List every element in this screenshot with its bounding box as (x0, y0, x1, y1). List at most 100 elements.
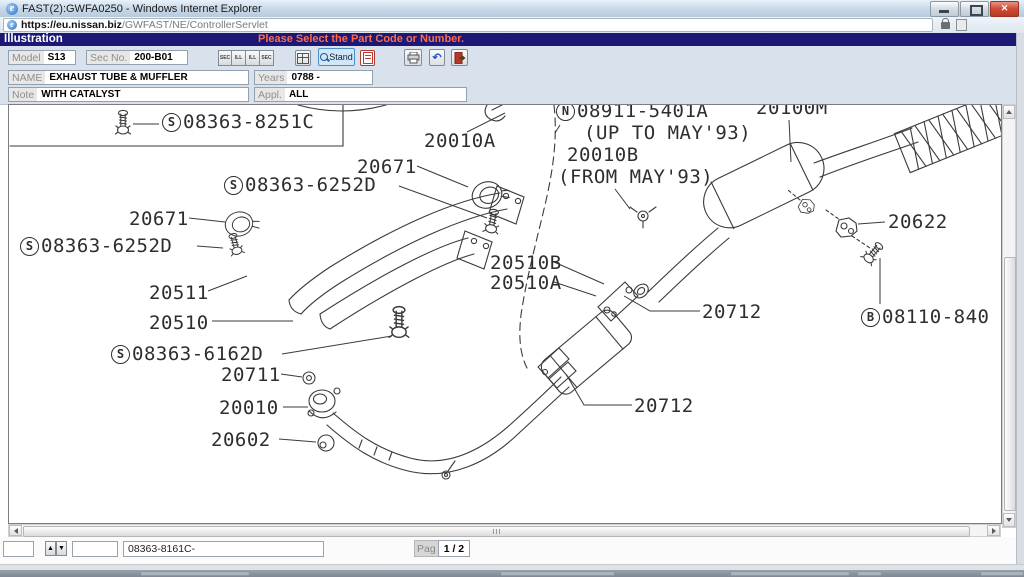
page-value[interactable]: 1 / 2 (438, 540, 470, 557)
thumb-grip (499, 529, 500, 534)
scroll-left-button[interactable] (9, 525, 22, 536)
part-label[interactable]: S08363-6162D (111, 344, 263, 364)
part-code-input[interactable]: 08363-8161C- (123, 541, 324, 557)
part-label[interactable]: 20622 (888, 212, 948, 232)
part-number-text: 20711 (221, 364, 281, 386)
part-label[interactable]: 20010 (219, 398, 279, 418)
window-titlebar: e FAST(2):GWFA0250 - Windows Internet Ex… (0, 0, 1024, 18)
exit-door-icon (454, 52, 466, 64)
part-label[interactable]: S08363-6252D (224, 175, 376, 195)
undo-button[interactable]: ↶ (429, 49, 445, 66)
part-label[interactable]: 20511 (149, 283, 209, 303)
note-label: Note (9, 88, 37, 101)
part-label[interactable]: (FROM MAY'93) (558, 167, 713, 187)
part-label[interactable]: B08110-840 (861, 307, 989, 327)
part-label[interactable]: 20510A (490, 273, 562, 293)
address-row: e https://eu.nissan.biz/GWFAST/NE/Contro… (0, 17, 1024, 34)
maximize-button[interactable] (960, 1, 989, 17)
parts-list-button[interactable] (360, 50, 375, 66)
prev-illustration-button[interactable]: ILL (232, 50, 246, 66)
scroll-down-button[interactable] (1003, 513, 1015, 527)
years-value: 0788 - (287, 72, 323, 83)
print-button[interactable] (404, 49, 422, 66)
name-value: EXHAUST TUBE & MUFFLER (45, 72, 191, 83)
part-label[interactable]: S08363-8251C (162, 112, 314, 132)
lock-icon (941, 22, 950, 29)
sec-no-label: Sec No. (87, 51, 130, 64)
circled-prefix-icon: S (162, 113, 181, 132)
maximize-icon (970, 5, 983, 16)
part-number-text: 20510B (490, 252, 562, 274)
minimize-icon (939, 10, 949, 13)
grid-icon (297, 53, 309, 64)
part-number-text: 08110-840 (882, 306, 989, 328)
next-section-button[interactable]: SEC (260, 50, 274, 66)
part-label[interactable]: 20010A (424, 131, 496, 151)
taskbar-segment (980, 571, 1024, 576)
nav-button-group: SEC ILL ILL SEC (218, 50, 274, 66)
part-label[interactable]: 20712 (634, 396, 694, 416)
search-icon (320, 53, 328, 61)
part-label[interactable]: N08911-5401A (556, 104, 708, 121)
window-right-edge (1016, 33, 1024, 564)
sec-no-value: 200-B01 (130, 52, 176, 63)
part-number-text: 20100M (756, 104, 828, 119)
part-number-text: 08363-6252D (245, 174, 376, 196)
illustration-panel: S08363-8251C20010A20671S08363-6252D20671… (8, 104, 1002, 524)
footer-mid-field[interactable] (72, 541, 118, 557)
page-title: Illustration (4, 33, 63, 46)
ie-icon: e (6, 3, 18, 15)
close-button[interactable]: ✕ (990, 1, 1019, 17)
thumb-grip (493, 529, 494, 534)
part-label[interactable]: 20510 (149, 313, 209, 333)
compatibility-page-icon[interactable] (956, 19, 967, 31)
scroll-right-button[interactable] (987, 525, 1000, 536)
part-label[interactable]: 20671 (129, 209, 189, 229)
part-label[interactable]: 20510B (490, 253, 562, 273)
footer-left-field[interactable] (3, 541, 34, 557)
address-bar[interactable]: e https://eu.nissan.biz/GWFAST/NE/Contro… (3, 18, 933, 32)
vertical-scroll-thumb[interactable] (1004, 257, 1016, 511)
appl-value: ALL (285, 89, 312, 100)
browser-window: e FAST(2):GWFA0250 - Windows Internet Ex… (0, 0, 1024, 577)
part-label[interactable]: 20010B (567, 145, 639, 165)
part-label[interactable]: (UP TO MAY'93) (584, 123, 751, 143)
horizontal-scrollbar[interactable] (8, 524, 1001, 537)
down-arrow-icon (1006, 518, 1012, 522)
part-label[interactable]: 20711 (221, 365, 281, 385)
taskbar-segment (140, 571, 250, 576)
taskbar-segment (500, 571, 615, 576)
years-field: Years 0788 - (254, 70, 373, 85)
part-label[interactable]: 20602 (211, 430, 271, 450)
prev-section-button[interactable]: SEC (218, 50, 232, 66)
name-field: NAME EXHAUST TUBE & MUFFLER (8, 70, 249, 85)
stand-search-button[interactable]: Stand (318, 48, 355, 66)
part-label[interactable]: 20100M (756, 104, 828, 118)
appl-label: Appl. (255, 88, 285, 101)
spin-up-button[interactable]: ▲ (45, 541, 56, 556)
exit-button[interactable] (451, 49, 468, 66)
page-label: Pag (414, 540, 438, 557)
part-number-text: 20712 (702, 301, 762, 323)
horizontal-scroll-thumb[interactable] (23, 526, 970, 537)
up-arrow-icon (1006, 110, 1012, 114)
undo-icon: ↶ (432, 51, 441, 64)
next-illustration-button[interactable]: ILL (246, 50, 260, 66)
part-label[interactable]: 20712 (702, 302, 762, 322)
circled-prefix-icon: S (224, 176, 243, 195)
app-header: Illustration Please Select the Part Code… (0, 33, 1024, 46)
part-number-text: 08363-6162D (132, 343, 263, 365)
vertical-scrollbar[interactable] (1002, 104, 1016, 528)
section-board-button[interactable] (295, 50, 311, 66)
url-host: https://eu.nissan.biz (21, 19, 122, 31)
part-label[interactable]: S08363-6252D (20, 236, 172, 256)
part-number-text: (UP TO MAY'93) (584, 122, 751, 144)
thumb-grip (496, 529, 497, 534)
minimize-button[interactable] (930, 1, 959, 17)
part-number-text: 20510 (149, 312, 209, 334)
circled-prefix-icon: B (861, 308, 880, 327)
spin-down-button[interactable]: ▼ (56, 541, 67, 556)
status-message: Please Select the Part Code or Number. (258, 33, 464, 46)
part-number-text: 20602 (211, 429, 271, 451)
scroll-up-button[interactable] (1003, 105, 1015, 119)
